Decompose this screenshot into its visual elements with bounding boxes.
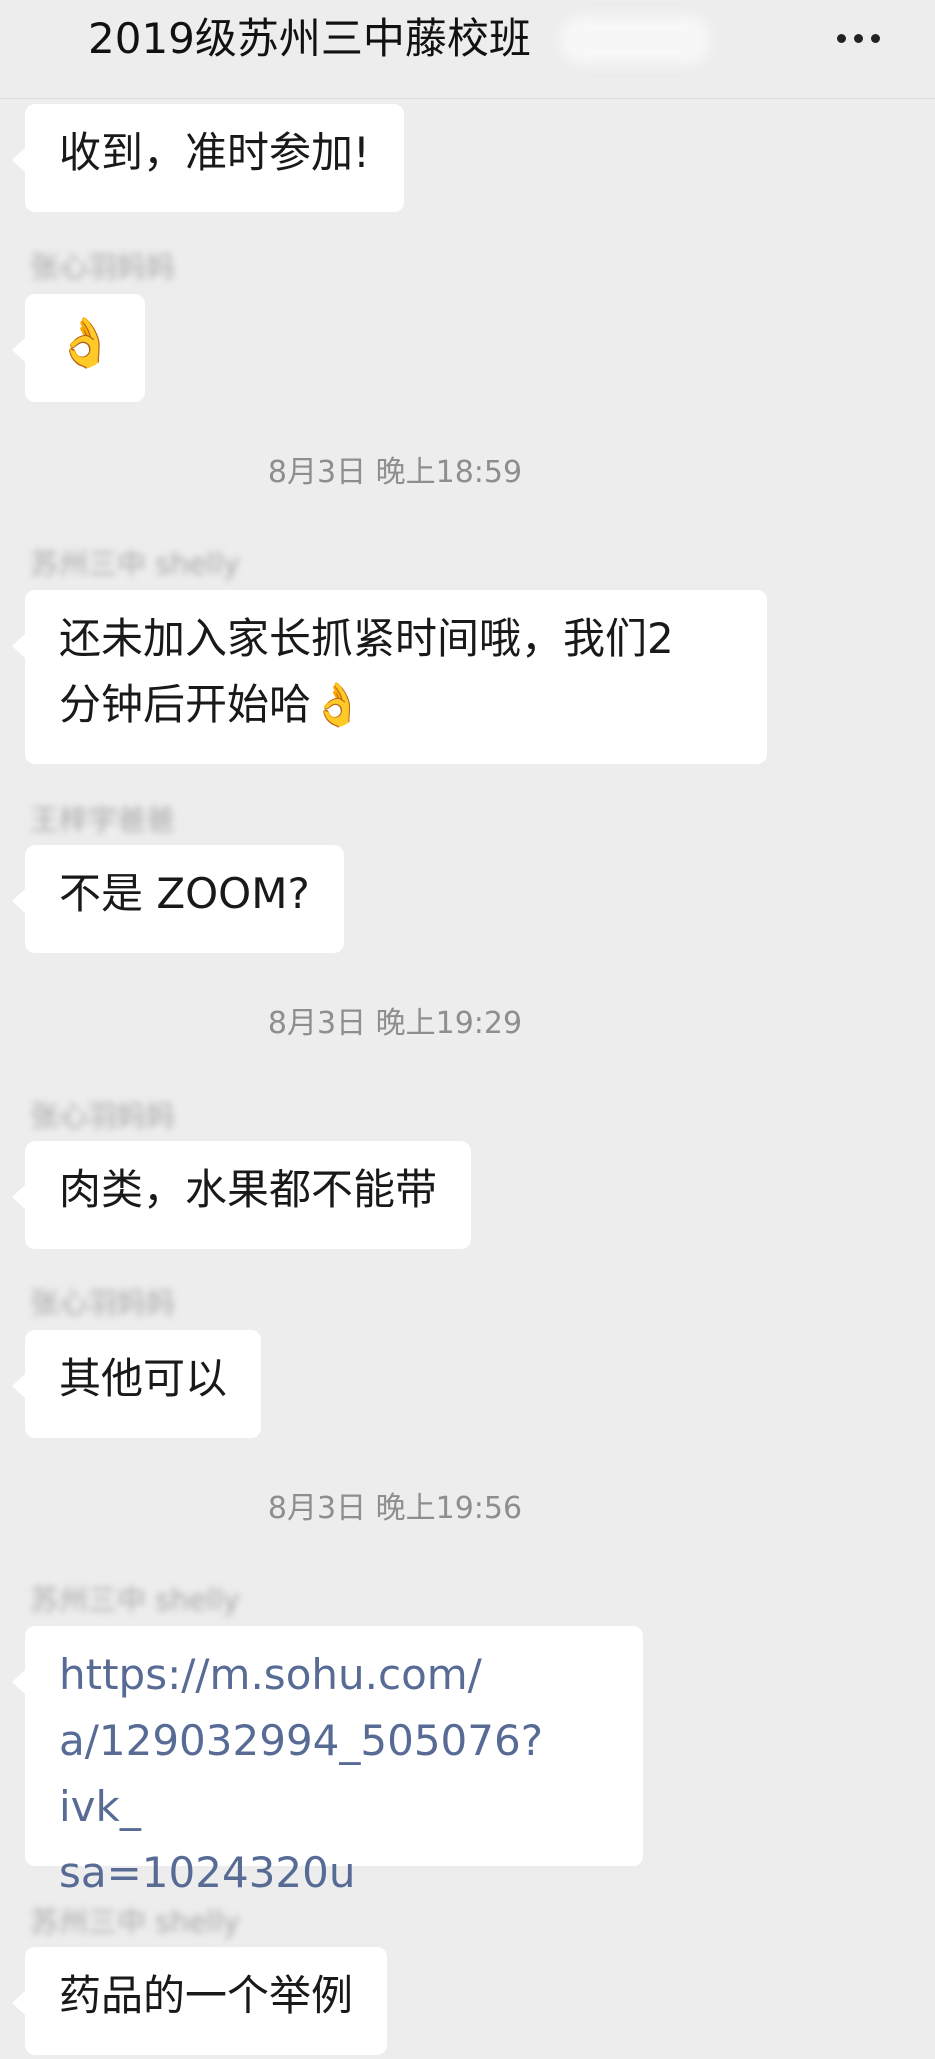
message-link-line[interactable]: a/129032994_505076?ivk_ — [59, 1708, 609, 1840]
more-dots-icon — [870, 33, 880, 43]
message-text-line: 分钟后开始哈👌 — [59, 680, 364, 729]
message-text-line: 还未加入家长抓紧时间哦，我们2 — [59, 614, 674, 663]
message-link-line[interactable]: https://m.sohu.com/ — [59, 1642, 609, 1708]
message-bubble[interactable]: 还未加入家长抓紧时间哦，我们2 分钟后开始哈👌 — [12, 590, 767, 764]
more-dots-icon — [836, 33, 846, 43]
message-bubble[interactable]: 不是 ZOOM? — [12, 845, 344, 953]
sender-name: 苏州三中 shelly — [30, 1905, 240, 1939]
message-text: 药品的一个举例 — [59, 1971, 354, 2020]
message-link-line[interactable]: sa=1024320u — [59, 1840, 609, 1906]
redacted-title-suffix — [560, 16, 710, 64]
message-text: 肉类，水果都不能带 — [59, 1165, 438, 1214]
message-timestamp: 8月3日 晚上19:56 — [267, 1491, 523, 1526]
link-message-bubble[interactable]: https://m.sohu.com/ a/129032994_505076?i… — [12, 1626, 643, 1897]
message-bubble[interactable]: 肉类，水果都不能带 — [11, 1141, 472, 1249]
message-text: 其他可以 — [59, 1354, 228, 1403]
chat-header: 2019级苏州三中藤校班 — [0, 0, 935, 99]
sender-name: 张心羽妈妈 — [30, 1099, 176, 1133]
sender-name: 苏州三中 shelly — [30, 1583, 240, 1617]
message-timestamp: 8月3日 晚上19:29 — [267, 1006, 523, 1041]
chat-title: 2019级苏州三中藤校班 — [88, 14, 531, 63]
message-bubble[interactable]: 其他可以 — [11, 1330, 262, 1438]
message-bubble[interactable]: 药品的一个举例 — [11, 1947, 388, 2055]
message-bubble[interactable]: 👌 — [12, 294, 145, 402]
message-timestamp: 8月3日 晚上18:59 — [267, 455, 523, 490]
sender-name: 张心羽妈妈 — [30, 250, 176, 284]
ok-hand-icon: 👌 — [55, 315, 115, 371]
message-text: 收到，准时参加! — [59, 128, 370, 177]
more-dots-icon — [853, 33, 863, 43]
message-text: 不是 ZOOM? — [59, 869, 310, 918]
sender-name: 张心羽妈妈 — [30, 1286, 176, 1320]
sender-name: 王梓宇爸爸 — [30, 803, 176, 837]
more-options-button[interactable] — [828, 14, 888, 62]
sender-name: 苏州三中 shelly — [30, 547, 240, 581]
message-bubble[interactable]: 收到，准时参加! — [12, 104, 404, 212]
